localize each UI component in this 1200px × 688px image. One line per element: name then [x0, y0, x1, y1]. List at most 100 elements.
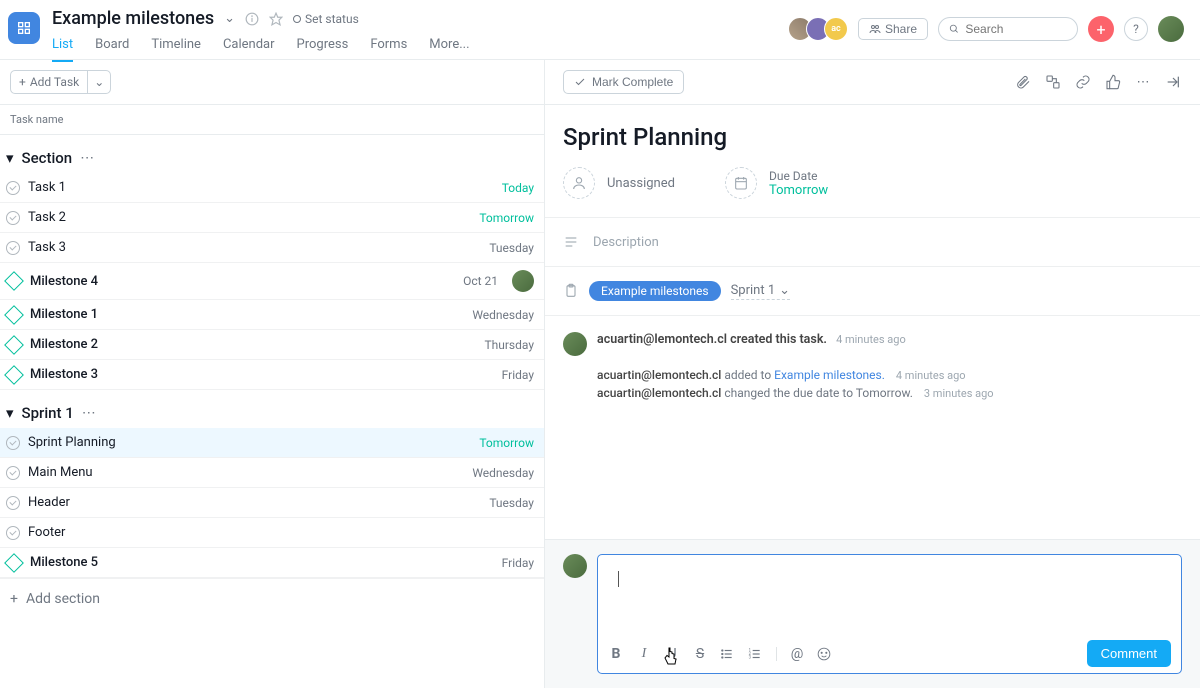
task-row[interactable]: Footer — [0, 518, 544, 548]
task-label: Task 3 — [28, 240, 481, 255]
milestone-icon[interactable] — [4, 305, 24, 325]
search-input-wrapper[interactable] — [938, 17, 1078, 41]
task-label: Sprint Planning — [28, 435, 471, 450]
calendar-icon — [725, 167, 757, 199]
check-circle-icon[interactable] — [6, 466, 20, 480]
strikethrough-button[interactable]: S — [692, 646, 708, 662]
check-circle-icon[interactable] — [6, 496, 20, 510]
tab-timeline[interactable]: Timeline — [151, 37, 201, 62]
tab-list[interactable]: List — [52, 37, 73, 62]
project-title: Example milestones — [52, 8, 214, 29]
like-icon[interactable] — [1104, 73, 1122, 91]
attachment-icon[interactable] — [1014, 73, 1032, 91]
milestone-row[interactable]: Milestone 1Wednesday — [0, 300, 544, 330]
more-icon[interactable]: ⋯ — [1134, 73, 1152, 91]
tab-calendar[interactable]: Calendar — [223, 37, 275, 62]
numbered-list-button[interactable]: 123 — [748, 647, 764, 661]
task-row[interactable]: Task 3 Tuesday — [0, 233, 544, 263]
due-date: Oct 21 — [463, 274, 498, 288]
bullet-list-button[interactable] — [720, 647, 736, 661]
comment-input[interactable] — [598, 555, 1181, 634]
section-collapse-icon[interactable]: ▾ — [6, 149, 14, 167]
avatar: ac — [824, 17, 848, 41]
activity-item: acuartin@lemontech.cl changed the due da… — [597, 386, 1182, 400]
people-icon — [869, 23, 881, 35]
title-dropdown-icon[interactable]: ⌄ — [224, 11, 235, 26]
section-title[interactable]: Sprint 1 — [22, 404, 74, 422]
svg-text:3: 3 — [749, 654, 752, 659]
check-circle-icon[interactable] — [6, 436, 20, 450]
current-user-avatar — [563, 554, 587, 578]
underline-button[interactable]: U — [664, 646, 680, 662]
section-dropdown[interactable]: Sprint 1 ⌄ — [731, 283, 790, 300]
description-field[interactable]: Description — [545, 218, 1200, 267]
check-circle-icon[interactable] — [6, 181, 20, 195]
assignee-avatar[interactable] — [512, 270, 534, 292]
search-input[interactable] — [965, 22, 1067, 36]
due-date: Wednesday — [472, 308, 534, 322]
due-date: Tomorrow — [479, 436, 534, 450]
task-row[interactable]: Task 2Tomorrow — [0, 203, 544, 233]
task-row[interactable]: Task 1 Today — [0, 173, 544, 203]
section-menu-icon[interactable]: ⋯ — [80, 150, 94, 166]
mention-button[interactable]: @ — [789, 646, 805, 662]
tab-more[interactable]: More... — [429, 37, 469, 62]
due-date: Tuesday — [489, 241, 534, 255]
section-collapse-icon[interactable]: ▾ — [6, 404, 14, 422]
emoji-button[interactable] — [817, 647, 833, 661]
current-user-avatar[interactable] — [1158, 16, 1184, 42]
member-avatars[interactable]: ac — [794, 17, 848, 41]
check-circle-icon[interactable] — [6, 211, 20, 225]
section-title[interactable]: Section — [22, 149, 73, 167]
project-pill[interactable]: Example milestones — [589, 281, 721, 301]
bold-button[interactable]: B — [608, 646, 624, 662]
comment-box[interactable]: B I U S 123 @ — [597, 554, 1182, 674]
due-date: Wednesday — [472, 466, 534, 480]
global-add-button[interactable]: + — [1088, 16, 1114, 42]
add-section-button[interactable]: + Add section — [0, 578, 544, 619]
add-task-dropdown[interactable]: ⌄ — [88, 71, 110, 93]
tab-forms[interactable]: Forms — [370, 37, 407, 62]
tab-progress[interactable]: Progress — [297, 37, 349, 62]
activity-item: acuartin@lemontech.cl created this task.… — [597, 332, 906, 356]
milestone-icon[interactable] — [4, 335, 24, 355]
set-status-button[interactable]: Set status — [293, 12, 359, 26]
due-date: Tomorrow — [479, 211, 534, 225]
due-date: Tuesday — [489, 496, 534, 510]
help-button[interactable]: ? — [1124, 17, 1148, 41]
check-circle-icon[interactable] — [6, 241, 20, 255]
milestone-icon[interactable] — [4, 365, 24, 385]
check-icon — [574, 76, 586, 88]
star-icon[interactable] — [269, 12, 283, 26]
share-button[interactable]: Share — [858, 18, 928, 40]
task-label: Task 1 — [28, 180, 494, 195]
milestone-row[interactable]: Milestone 3Friday — [0, 360, 544, 390]
due-date-field[interactable]: Due Date Tomorrow — [725, 167, 828, 199]
comment-submit-button[interactable]: Comment — [1087, 640, 1171, 667]
plus-icon: + — [10, 591, 18, 607]
tab-board[interactable]: Board — [95, 37, 129, 62]
subtask-icon[interactable] — [1044, 73, 1062, 91]
due-date: Thursday — [484, 338, 534, 352]
milestone-row[interactable]: Milestone 2Thursday — [0, 330, 544, 360]
section-menu-icon[interactable]: ⋯ — [82, 405, 96, 421]
assignee-field[interactable]: Unassigned — [563, 167, 675, 199]
task-row[interactable]: Main MenuWednesday — [0, 458, 544, 488]
italic-button[interactable]: I — [636, 646, 652, 662]
milestone-row[interactable]: Milestone 4Oct 21 — [0, 263, 544, 300]
task-row[interactable]: HeaderTuesday — [0, 488, 544, 518]
add-task-button[interactable]: +Add Task ⌄ — [10, 70, 111, 94]
due-date: Today — [502, 181, 534, 195]
task-detail-title[interactable]: Sprint Planning — [545, 105, 1200, 161]
link-icon[interactable] — [1074, 73, 1092, 91]
task-row[interactable]: Sprint Planning Tomorrow — [0, 428, 544, 458]
info-icon[interactable] — [245, 12, 259, 26]
person-icon — [563, 167, 595, 199]
mark-complete-button[interactable]: Mark Complete — [563, 70, 684, 94]
milestone-icon[interactable] — [4, 553, 24, 573]
milestone-icon[interactable] — [4, 271, 24, 291]
status-dot-icon — [293, 15, 301, 23]
close-panel-icon[interactable] — [1164, 73, 1182, 91]
milestone-row[interactable]: Milestone 5Friday — [0, 548, 544, 578]
check-circle-icon[interactable] — [6, 526, 20, 540]
